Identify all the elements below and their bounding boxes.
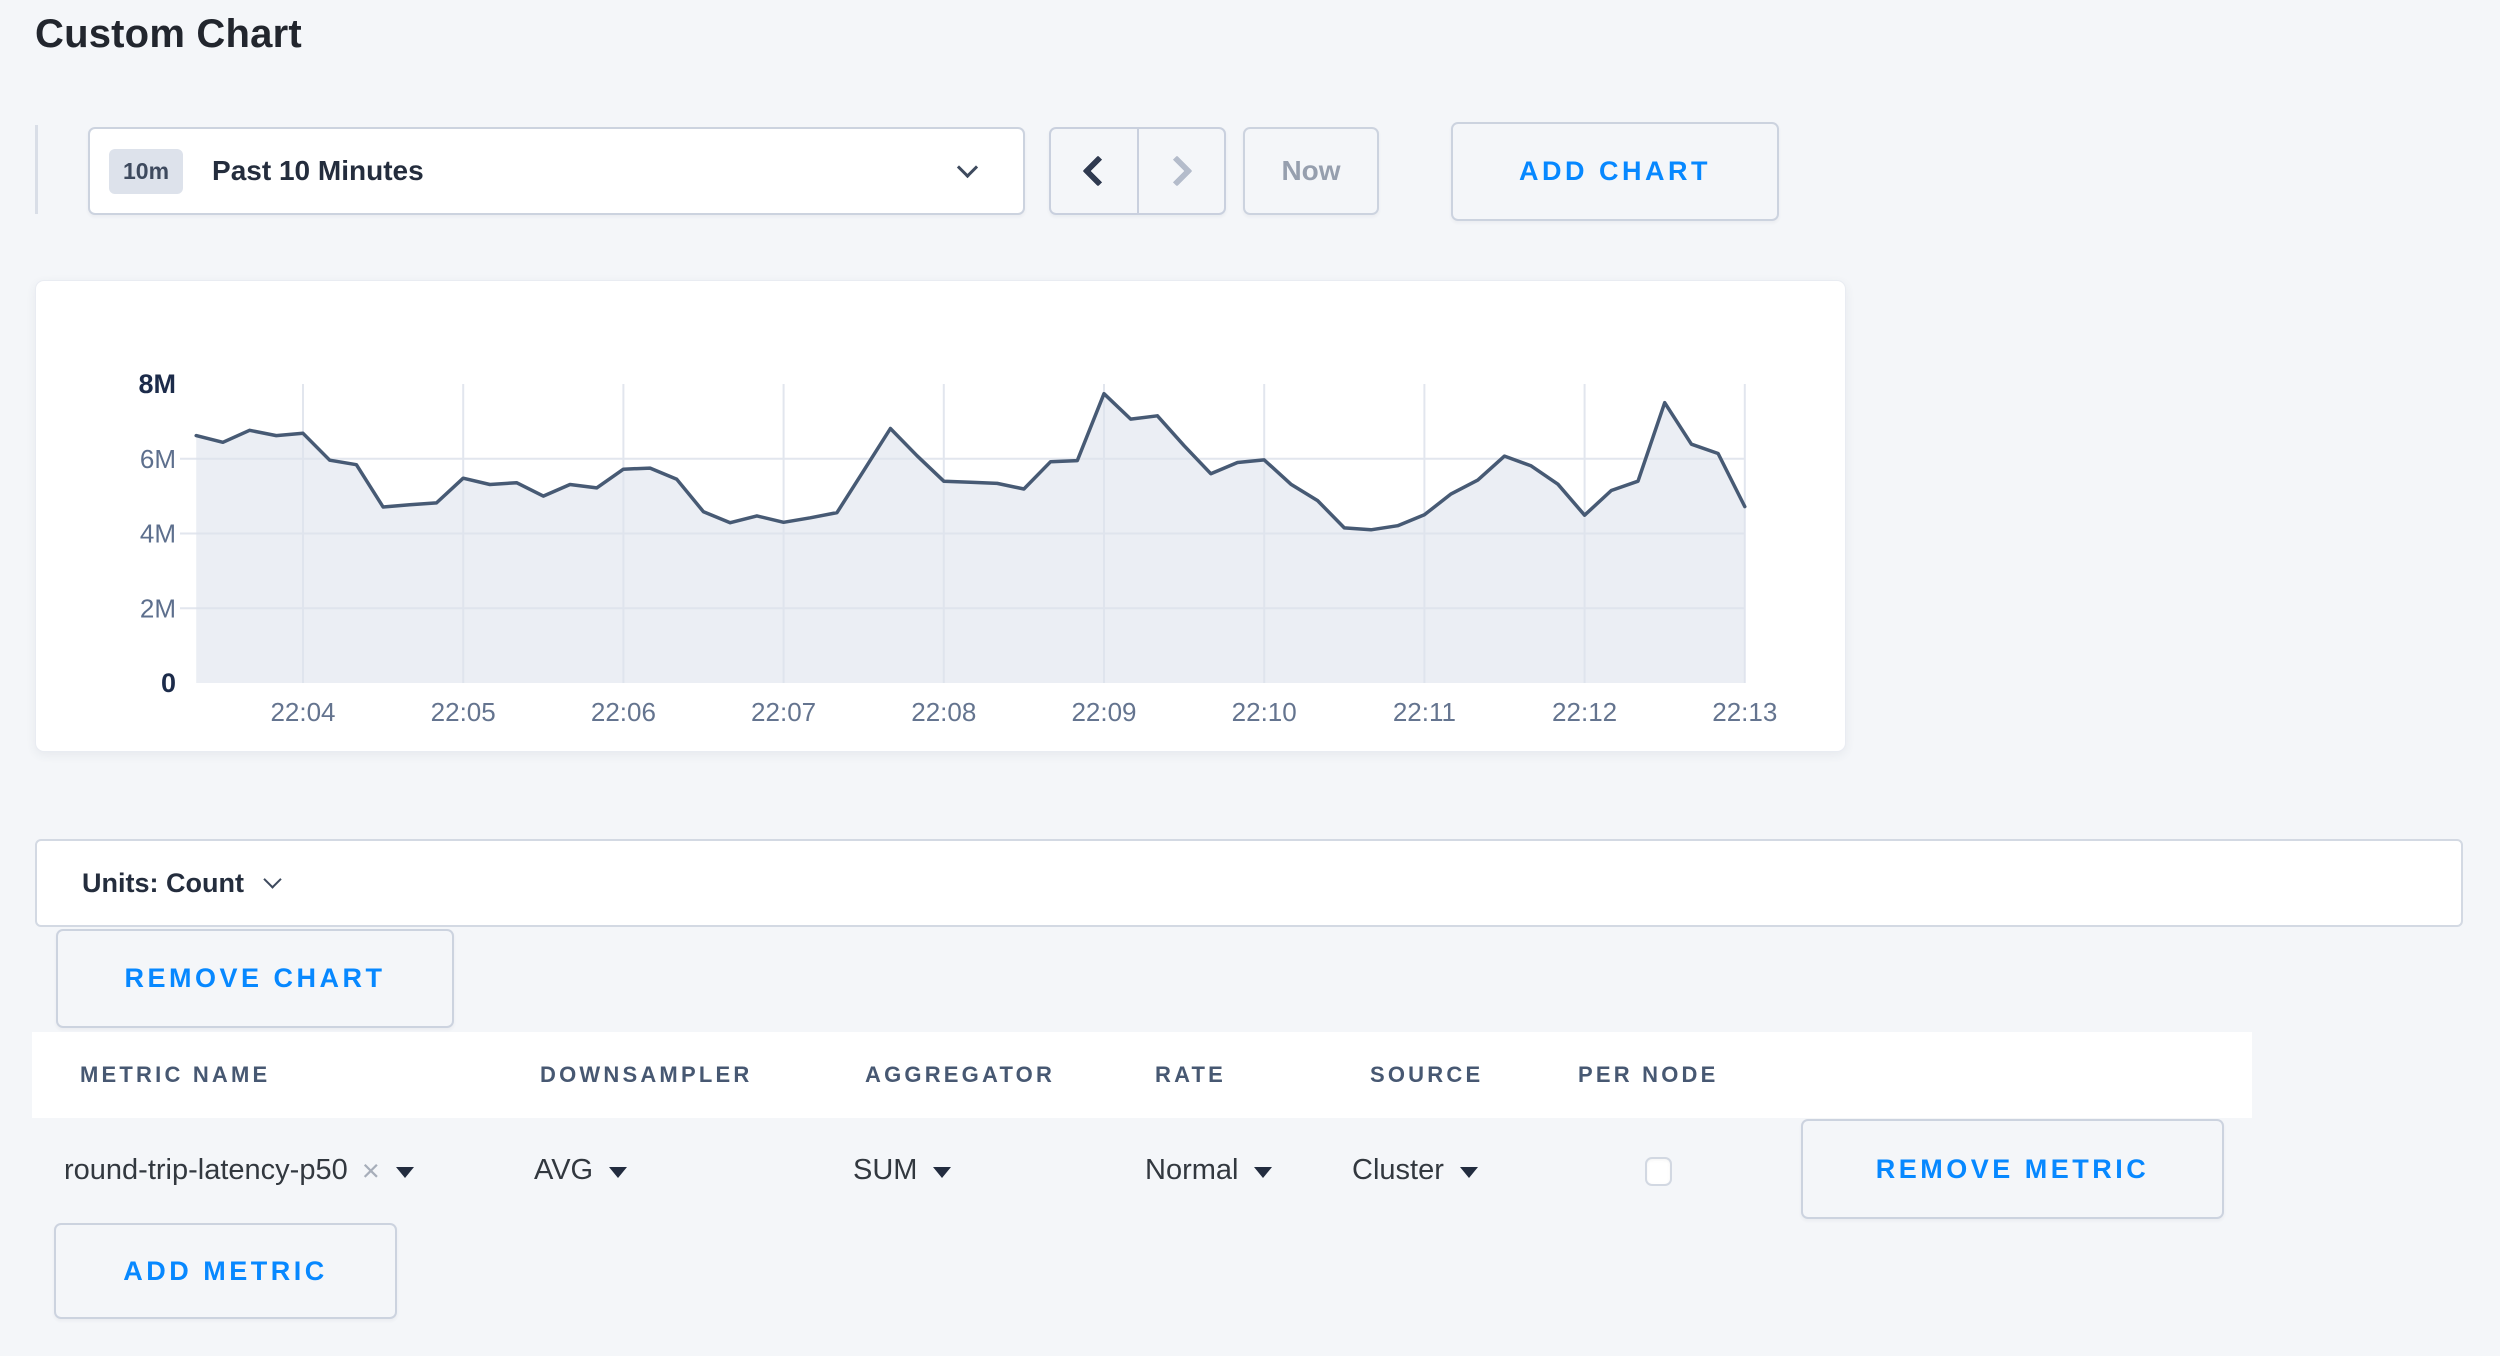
caret-down-icon [1460,1167,1478,1178]
metric-table-header: METRIC NAME DOWNSAMPLER AGGREGATOR RATE … [32,1032,2252,1118]
rate-select[interactable]: Normal [1145,1118,1272,1222]
svg-text:22:12: 22:12 [1552,697,1617,727]
svg-text:22:13: 22:13 [1712,697,1777,727]
svg-text:8M: 8M [138,369,176,399]
time-range-dropdown[interactable]: 10m Past 10 Minutes [88,127,1025,215]
next-time-button[interactable] [1139,129,1225,213]
metric-area-chart: 0 2M 4M 6M 8M 22:04 22:05 22:06 22:07 22:08 22:09 2… [36,281,1845,751]
svg-text:6M: 6M [140,444,176,474]
time-range-label: Past 10 Minutes [212,155,424,187]
chevron-down-icon [263,870,281,888]
now-button[interactable]: Now [1243,127,1379,215]
units-label: Units: Count [82,868,244,899]
svg-text:22:04: 22:04 [270,697,335,727]
metric-name-select[interactable]: round-trip-latency-p50 × [64,1118,414,1222]
metric-name-value: round-trip-latency-p50 [64,1154,348,1187]
controls-left-rule [35,125,38,214]
svg-text:22:09: 22:09 [1071,697,1136,727]
svg-text:22:06: 22:06 [591,697,656,727]
chart-card: 0 2M 4M 6M 8M 22:04 22:05 22:06 22:07 22:08 22:09 2… [35,280,1846,752]
metric-table-row: round-trip-latency-p50 × AVG SUM Normal … [32,1118,2468,1222]
svg-text:22:08: 22:08 [911,697,976,727]
chevron-down-icon [957,157,978,178]
column-header-aggregator: AGGREGATOR [865,1032,1055,1118]
remove-chart-button[interactable]: REMOVE CHART [56,929,454,1028]
add-metric-button[interactable]: ADD METRIC [54,1223,397,1319]
time-range-badge: 10m [109,149,183,194]
custom-chart-page: Custom Chart 10m Past 10 Minutes Now ADD… [0,0,2500,1356]
svg-text:0: 0 [161,668,176,698]
remove-metric-button[interactable]: REMOVE METRIC [1801,1119,2224,1219]
source-select[interactable]: Cluster [1352,1118,1478,1222]
chevron-left-icon [1082,155,1113,186]
column-header-per-node: PER NODE [1578,1032,1719,1118]
chevron-right-icon [1162,155,1193,186]
source-value: Cluster [1352,1154,1444,1187]
svg-text:2M: 2M [140,593,176,623]
add-chart-button[interactable]: ADD CHART [1451,122,1779,221]
column-header-source: SOURCE [1370,1032,1483,1118]
downsampler-select[interactable]: AVG [534,1118,627,1222]
downsampler-value: AVG [534,1154,593,1187]
aggregator-select[interactable]: SUM [853,1118,951,1222]
rate-value: Normal [1145,1154,1238,1187]
per-node-checkbox[interactable] [1645,1157,1672,1186]
column-header-metric-name: METRIC NAME [80,1032,270,1118]
svg-text:22:10: 22:10 [1232,697,1297,727]
prev-time-button[interactable] [1051,129,1139,213]
aggregator-value: SUM [853,1154,917,1187]
clear-selection-icon[interactable]: × [362,1155,380,1186]
time-pager-group [1049,127,1226,215]
svg-text:4M: 4M [140,519,176,549]
svg-text:22:11: 22:11 [1393,697,1456,727]
caret-down-icon [1254,1167,1272,1178]
caret-down-icon [609,1167,627,1178]
page-title: Custom Chart [35,12,302,57]
caret-down-icon [396,1167,414,1178]
caret-down-icon [933,1167,951,1178]
column-header-rate: RATE [1155,1032,1226,1118]
units-dropdown[interactable]: Units: Count [35,839,2463,927]
svg-text:22:07: 22:07 [751,697,816,727]
svg-text:22:05: 22:05 [431,697,496,727]
column-header-downsampler: DOWNSAMPLER [540,1032,752,1118]
